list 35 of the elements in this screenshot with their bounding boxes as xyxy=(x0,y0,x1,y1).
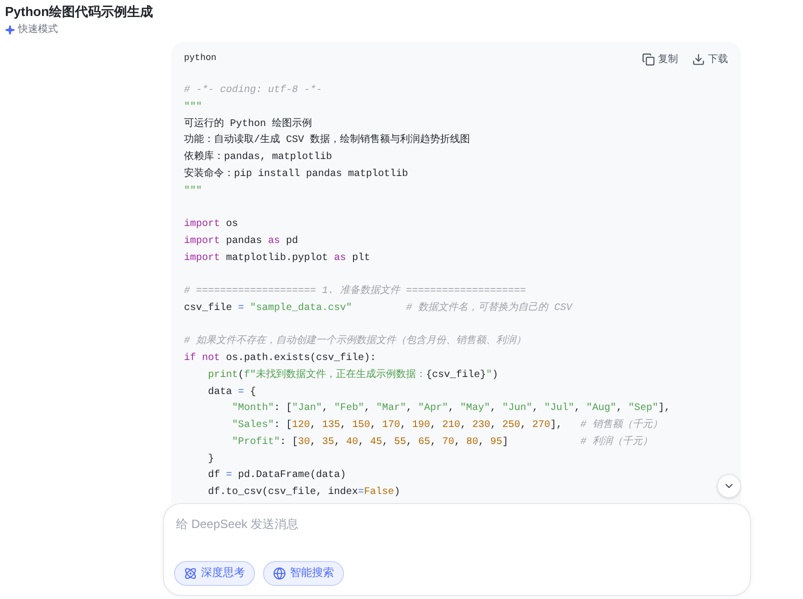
code-line: 可运行的 Python 绘图示例 xyxy=(184,116,312,132)
chat-title: Python绘图代码示例生成 xyxy=(5,3,154,21)
code-line: """ xyxy=(184,184,202,198)
code-line: import os xyxy=(184,218,238,232)
code-line: df.to_csv(csv_file, index=False) xyxy=(207,486,400,500)
deep-think-toggle[interactable]: 深度思考 xyxy=(174,561,255,586)
sparkle-icon xyxy=(5,24,15,34)
globe-icon xyxy=(273,567,286,580)
code-line: # ==================== 1. 准备数据文件 ==================== xyxy=(184,284,526,299)
code-line: 安装命令：pip install pandas matplotlib xyxy=(184,166,408,182)
message-input[interactable]: 给 DeepSeek 发送消息 xyxy=(176,515,740,533)
code-line: df = pd.DataFrame(data) xyxy=(207,468,346,484)
code-line: print(f"未找到数据文件，正在生成示例数据：{csv_file}") xyxy=(207,368,498,383)
code-line: data = { xyxy=(207,386,256,400)
code-line: 功能：自动读取/生成 CSV 数据，绘制销售额与利润趋势折线图 xyxy=(184,133,470,148)
code-language: python xyxy=(184,52,216,66)
code-line: """ xyxy=(184,100,202,115)
code-line: # -*- coding: utf-8 -*- xyxy=(184,84,322,98)
download-icon xyxy=(692,52,705,66)
code-line: csv_file = "sample_data.csv" # 数据文件名，可替换为自己的 CSV xyxy=(184,300,572,316)
copy-button[interactable]: 复制 xyxy=(642,52,678,66)
code-line: "Sales": [120, 135, 150, 170, 190, 210, 230, 250, 270], # 销售额（千元） xyxy=(231,418,662,433)
search-toggle[interactable]: 智能搜索 xyxy=(263,561,344,586)
code-line: # 如果文件不存在，自动创建一个示例数据文件（包含月份、销售额、利润） xyxy=(184,334,526,350)
code-line: } xyxy=(207,452,214,466)
code-line: import matplotlib.pyplot as plt xyxy=(184,252,370,266)
mode-label: 快速模式 xyxy=(18,22,58,37)
code-line: import pandas as pd xyxy=(184,234,298,249)
copy-icon xyxy=(642,52,655,66)
code-line: "Month": ["Jan", "Feb", "Mar", "Apr", "May", "Jun", "Jul", "Aug", "Sep"], xyxy=(231,402,670,416)
atom-icon xyxy=(184,567,197,580)
code-line: if not os.path.exists(csv_file): xyxy=(184,352,376,366)
download-button[interactable]: 下载 xyxy=(692,52,728,66)
code-line: "Profit": [30, 35, 40, 45, 55, 65, 70, 80, 95] # 利润（千元） xyxy=(231,434,652,450)
code-line: 依赖库：pandas, matplotlib xyxy=(184,150,332,165)
